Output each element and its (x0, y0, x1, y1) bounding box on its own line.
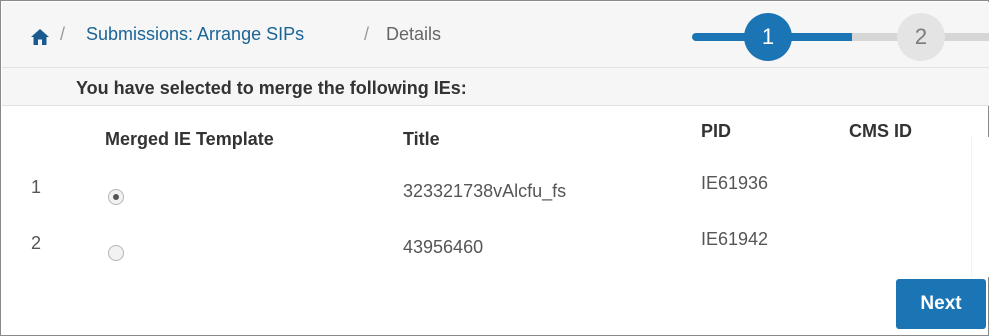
merge-summary-text: You have selected to merge the following… (76, 78, 467, 98)
home-icon[interactable] (30, 28, 50, 46)
row-index: 2 (31, 233, 42, 253)
row-pid: IE61936 (701, 173, 769, 193)
column-header-pid: PID (701, 121, 732, 141)
merged-template-radio-row-1[interactable] (108, 189, 124, 205)
merged-template-radio-row-2[interactable] (108, 245, 124, 261)
column-header-title: Title (403, 129, 440, 149)
step-1[interactable]: 1 (744, 13, 792, 61)
breadcrumb-link-submissions[interactable]: Submissions: Arrange SIPs (86, 24, 304, 45)
column-header-merged-ie-template: Merged IE Template (105, 129, 274, 149)
row-index: 1 (31, 177, 42, 197)
step-2[interactable]: 2 (897, 13, 945, 61)
breadcrumb-current: Details (386, 24, 442, 44)
column-header-cms-id: CMS ID (849, 121, 912, 141)
next-button[interactable]: Next (896, 279, 986, 329)
table-edge (971, 137, 989, 277)
radio-selected-dot (113, 194, 119, 200)
header-bar: / Submissions: Arrange SIPs / Details 1 … (2, 2, 989, 68)
breadcrumb-separator: / (364, 24, 370, 44)
row-title: 43956460 (403, 237, 484, 257)
app-window: / Submissions: Arrange SIPs / Details 1 … (0, 0, 989, 336)
merge-summary-bar: You have selected to merge the following… (2, 68, 989, 106)
row-pid: IE61942 (701, 229, 769, 249)
row-title: 323321738vAlcfu_fs (403, 181, 567, 201)
breadcrumb-separator: / (60, 24, 66, 44)
stepper-progress-line (782, 33, 852, 41)
